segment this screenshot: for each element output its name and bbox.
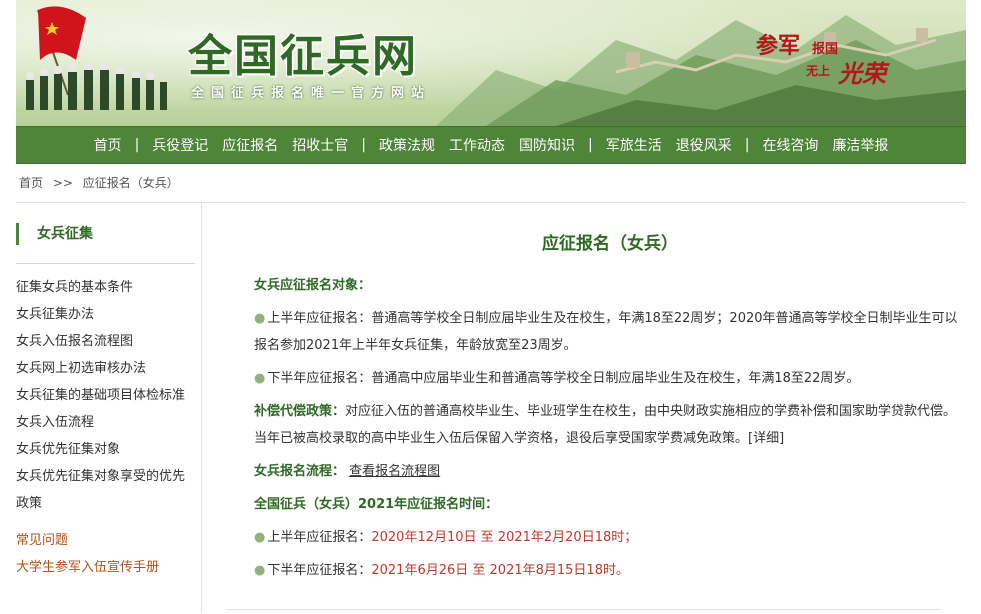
slogan-part: 报国 (812, 42, 839, 57)
sidebar-item-flowchart[interactable]: 女兵入伍报名流程图 (16, 328, 201, 355)
time2-paragraph: ● 下半年应征报名：2021年6月26日 至 2021年8月15日18时。 (254, 557, 964, 584)
breadcrumb-home[interactable]: 首页 (19, 176, 43, 190)
breadcrumb-separator: >> (52, 176, 73, 190)
first-half-text: 上半年应征报名：普通高等学校全日制应届毕业生及在校生，年满18至22周岁；202… (254, 311, 958, 353)
nav-item-policy[interactable]: 政策法规 (372, 135, 442, 155)
page: 全国征兵网 全国征兵报名唯一官方网站 参军 报国 无上 光荣 首页 | 兵役登记… (16, 0, 966, 613)
nav-separator: | (134, 137, 140, 153)
sidebar-item-enlist-process[interactable]: 女兵入伍流程 (16, 409, 201, 436)
sidebar-item-handbook[interactable]: 大学生参军入伍宣传手册 (16, 554, 201, 581)
flowchart-link[interactable]: 查看报名流程图 (349, 464, 440, 479)
target-label: 女兵应征报名对象： (254, 278, 372, 293)
nav-item-consult[interactable]: 在线咨询 (755, 135, 825, 155)
process-label: 女兵报名流程： (254, 464, 346, 479)
time1-paragraph: ● 上半年应征报名：2020年12月10日 至 2021年2月20日18时； (254, 524, 964, 551)
article: 应征报名（女兵） 女兵应征报名对象： ● 上半年应征报名：普通高等学校全日制应届毕… (202, 203, 966, 613)
nav-item-report[interactable]: 廉洁举报 (825, 135, 895, 155)
sidebar-item-priority-targets[interactable]: 女兵优先征集对象 (16, 436, 201, 463)
nav-item-nco[interactable]: 招收士官 (285, 135, 355, 155)
slogan-part: 光荣 (838, 60, 886, 88)
nav-item-veterans[interactable]: 退役风采 (669, 135, 739, 155)
breadcrumb: 首页 >> 应征报名（女兵） (16, 164, 966, 203)
bullet-icon: ● (254, 530, 266, 545)
main-area: 女兵征集 征集女兵的基本条件 女兵征集办法 女兵入伍报名流程图 女兵网上初选审核… (16, 203, 966, 613)
time-label: 全国征兵（女兵）2021年应征报名时间： (254, 497, 499, 512)
sidebar-item-recruit-method[interactable]: 女兵征集办法 (16, 301, 201, 328)
main-nav: 首页 | 兵役登记 应征报名 招收士官 | 政策法规 工作动态 国防知识 | 军… (16, 126, 966, 164)
sidebar: 女兵征集 征集女兵的基本条件 女兵征集办法 女兵入伍报名流程图 女兵网上初选审核… (16, 203, 202, 613)
site-subtitle: 全国征兵报名唯一官方网站 (191, 86, 432, 101)
time2-prefix: 下半年应征报名： (267, 563, 372, 578)
sidebar-item-medical-standard[interactable]: 女兵征集的基础项目体检标准 (16, 382, 201, 409)
nav-separator: | (361, 137, 366, 153)
time1-value: 2020年12月10日 至 2021年2月20日18时； (371, 530, 638, 545)
bullet-icon: ● (254, 311, 266, 326)
bullet-icon: ● (254, 563, 266, 578)
policy-paragraph: 补偿代偿政策：对应征入伍的普通高校毕业生、毕业班学生在校生，由中央财政实施相应的… (254, 398, 964, 452)
site-banner: 全国征兵网 全国征兵报名唯一官方网站 参军 报国 无上 光荣 (16, 0, 966, 126)
nav-item-registration[interactable]: 兵役登记 (145, 135, 215, 155)
nav-item-defense[interactable]: 国防知识 (512, 135, 582, 155)
sidebar-item-faq[interactable]: 常见问题 (16, 527, 201, 554)
nav-item-news[interactable]: 工作动态 (442, 135, 512, 155)
site-title[interactable]: 全国征兵网 (188, 20, 418, 84)
slogan-part: 参军 (756, 34, 801, 59)
time1-prefix: 上半年应征报名： (267, 530, 372, 545)
article-title: 应征报名（女兵） (542, 234, 678, 254)
first-half-paragraph: ● 上半年应征报名：普通高等学校全日制应届毕业生及在校生，年满18至22周岁；20… (254, 305, 964, 359)
breadcrumb-current: 应征报名（女兵） (82, 176, 179, 190)
time2-value: 2021年6月26日 至 2021年8月15日18时。 (371, 563, 629, 578)
nav-item-enlistment[interactable]: 应征报名 (215, 135, 285, 155)
detail-link[interactable]: [详细] (748, 431, 784, 446)
sidebar-heading: 女兵征集 (16, 223, 195, 245)
sidebar-item-online-review[interactable]: 女兵网上初选审核办法 (16, 355, 201, 382)
divider (226, 609, 941, 610)
slogan-part: 无上 (806, 64, 831, 78)
bullet-icon: ● (254, 371, 266, 386)
policy-label: 补偿代偿政策： (254, 404, 346, 419)
sidebar-item-basic-conditions[interactable]: 征集女兵的基本条件 (16, 274, 201, 301)
second-half-text: 下半年应征报名：普通高中应届毕业生和普通高等学校全日制应届毕业生及在校生，年满1… (267, 371, 860, 386)
divider (16, 263, 195, 264)
process-paragraph: 女兵报名流程： 查看报名流程图 (254, 458, 964, 485)
nav-separator: | (744, 137, 750, 153)
nav-item-home[interactable]: 首页 (87, 135, 129, 155)
policy-text: 对应征入伍的普通高校毕业生、毕业班学生在校生，由中央财政实施相应的学费补偿和国家… (254, 404, 957, 446)
sidebar-item-priority-policy[interactable]: 女兵优先征集对象享受的优先政策 (16, 463, 201, 517)
second-half-paragraph: ● 下半年应征报名：普通高中应届毕业生和普通高等学校全日制应届毕业生及在校生，年满… (254, 365, 964, 392)
nav-item-military-life[interactable]: 军旅生活 (599, 135, 669, 155)
nav-separator: | (588, 137, 593, 153)
